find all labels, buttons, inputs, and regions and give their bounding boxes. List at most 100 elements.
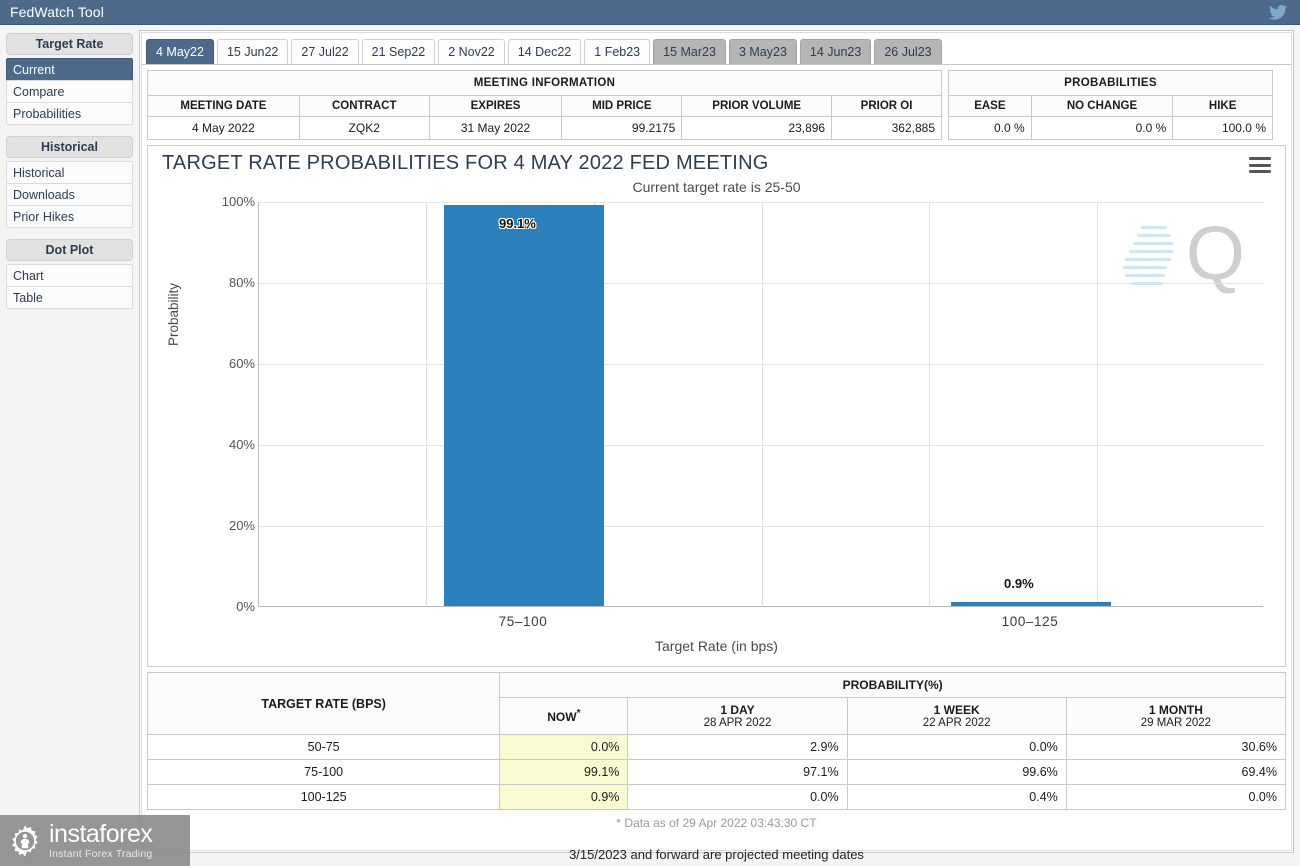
tab-4-may22[interactable]: 4 May22 [146,39,214,64]
y-tick-label: 100% [221,194,255,209]
col-no-change: NO CHANGE [1030,95,1174,117]
sidebar-group-label: Target Rate [35,37,104,51]
cell-now: 99.1% [499,759,629,785]
meeting-information-title: MEETING INFORMATION [147,70,942,96]
table-row: 100-125 0.9% 0.0% 0.4% 0.0% [146,784,1287,810]
y-tick-label: 40% [228,437,255,452]
tab-15-mar23[interactable]: 15 Mar23 [653,39,726,64]
hamburger-menu-icon[interactable] [1249,156,1271,174]
meeting-date-tabs: 4 May22 15 Jun22 27 Jul22 21 Sep22 2 Nov… [142,33,1291,65]
cell-now: 0.9% [499,784,629,810]
cell-1-day: 0.0% [627,784,848,810]
sidebar-item-probabilities[interactable]: Probabilities [6,102,133,125]
probability-table: TARGET RATE (BPS) PROBABILITY(%) NOW* 1 … [146,672,1287,810]
sidebar-item-compare[interactable]: Compare [6,80,133,103]
vertical-gridline [426,202,427,607]
sidebar-item-chart[interactable]: Chart [6,264,133,287]
col-1-month-label: 1 MONTH [1148,703,1203,717]
tab-label: 21 Sep22 [371,45,426,59]
cell-prior-volume: 23,896 [681,116,833,140]
sidebar-item-label: Compare [13,84,65,99]
twitter-icon[interactable] [1268,3,1288,21]
data-timestamp-footnote: * Data as of 29 Apr 2022 03:43:30 CT [616,816,817,830]
tab-1-feb23[interactable]: 1 Feb23 [584,39,651,64]
sidebar-item-label: Current [13,62,55,77]
table-header-row: MEETING INFORMATION [147,70,942,96]
table-row: 4 May 2022 ZQK2 31 May 2022 99.2175 23,8… [147,116,942,140]
y-tick-label: 20% [228,518,255,533]
app-title: FedWatch Tool [10,4,104,20]
sidebar-item-downloads[interactable]: Downloads [6,183,133,206]
hamburger-bar [1249,163,1271,167]
tab-14-dec22[interactable]: 14 Dec22 [507,39,582,64]
chart-bar-label: 99.1% [499,216,536,231]
tab-14-jun23[interactable]: 14 Jun23 [799,39,872,64]
chart-bar[interactable] [951,602,1111,606]
sidebar-item-table[interactable]: Table [6,286,133,309]
sidebar-item-prior-hikes[interactable]: Prior Hikes [6,205,133,228]
cell-target-rate: 50-75 [146,734,501,760]
cell-target-rate: 75-100 [146,759,501,785]
vertical-gridline [762,202,763,607]
probability-chart-panel: TARGET RATE PROBABILITIES FOR 4 MAY 2022… [147,145,1286,667]
sidebar-item-label: Historical [13,165,65,180]
tab-label: 3 May23 [738,45,787,59]
hamburger-bar [1249,170,1271,173]
col-target-rate: TARGET RATE (BPS) [146,672,501,735]
y-tick-label: 80% [228,275,255,290]
table-row: 75-100 99.1% 97.1% 99.6% 69.4% [146,759,1287,785]
instaforex-text: instaforex Instant Forex Trading [49,821,153,860]
cell-1-week: 0.0% [846,734,1067,760]
tab-label: 14 Dec22 [517,45,572,59]
table-row: 0.0 % 0.0 % 100.0 % [948,116,1273,140]
sidebar: Target Rate Current Compare Probabilitie… [6,33,133,309]
y-tick-label: 0% [236,599,255,614]
col-contract: CONTRACT [298,95,430,117]
col-now-superscript: * [576,708,581,719]
cell-now: 0.0% [499,734,629,760]
cell-expires: 31 May 2022 [428,116,563,140]
tab-21-sep22[interactable]: 21 Sep22 [361,39,436,64]
sidebar-item-historical[interactable]: Historical [6,161,133,184]
main-panel: 4 May22 15 Jun22 27 Jul22 21 Sep22 2 Nov… [139,30,1294,853]
sidebar-group-historical: Historical [6,136,133,158]
cell-hike: 100.0 % [1172,116,1273,140]
instaforex-gear-icon [12,824,38,857]
col-1-month-date: 29 MAR 2022 [1140,717,1212,729]
sidebar-group-dot-plot: Dot Plot [6,239,133,261]
col-1-week-label: 1 WEEK [933,703,980,717]
col-1-day-label: 1 DAY [720,703,755,717]
x-tick-label: 75–100 [498,614,548,629]
table-header-row: PROBABILITIES [948,70,1273,96]
cell-1-week: 0.4% [846,784,1067,810]
cell-ease: 0.0 % [948,116,1032,140]
cell-1-month: 69.4% [1065,759,1287,785]
projected-dates-note: 3/15/2023 and forward are projected meet… [569,847,864,862]
col-expires: EXPIRES [428,95,563,117]
tab-26-jul23[interactable]: 26 Jul23 [874,39,942,64]
sidebar-group-label: Dot Plot [45,243,94,257]
chart-title: TARGET RATE PROBABILITIES FOR 4 MAY 2022… [162,152,769,174]
tab-15-jun22[interactable]: 15 Jun22 [216,39,289,64]
chart-bar[interactable] [444,205,604,606]
app-header: FedWatch Tool [0,0,1300,25]
x-axis-title: Target Rate (in bps) [655,638,778,654]
cell-target-rate: 100-125 [146,784,501,810]
tab-2-nov22[interactable]: 2 Nov22 [438,39,505,64]
table-header-row: MEETING DATE CONTRACT EXPIRES MID PRICE … [147,95,942,117]
tab-3-may23[interactable]: 3 May23 [728,39,797,64]
sidebar-item-current[interactable]: Current [6,58,133,81]
tab-27-jul22[interactable]: 27 Jul22 [291,39,359,64]
tab-label: 1 Feb23 [594,45,641,59]
probabilities-summary-table: PROBABILITIES EASE NO CHANGE HIKE 0.0 % … [948,70,1273,140]
tab-label: 4 May22 [156,45,204,59]
col-ease: EASE [948,95,1032,117]
y-axis-title: Probability [166,282,181,346]
sidebar-item-label: Prior Hikes [13,209,75,224]
sidebar-group-label: Historical [41,140,98,154]
col-1-week: 1 WEEK 22 APR 2022 [846,697,1067,735]
tab-label: 15 Jun22 [226,45,279,59]
tab-label: 27 Jul22 [301,45,349,59]
cell-1-month: 30.6% [1065,734,1287,760]
